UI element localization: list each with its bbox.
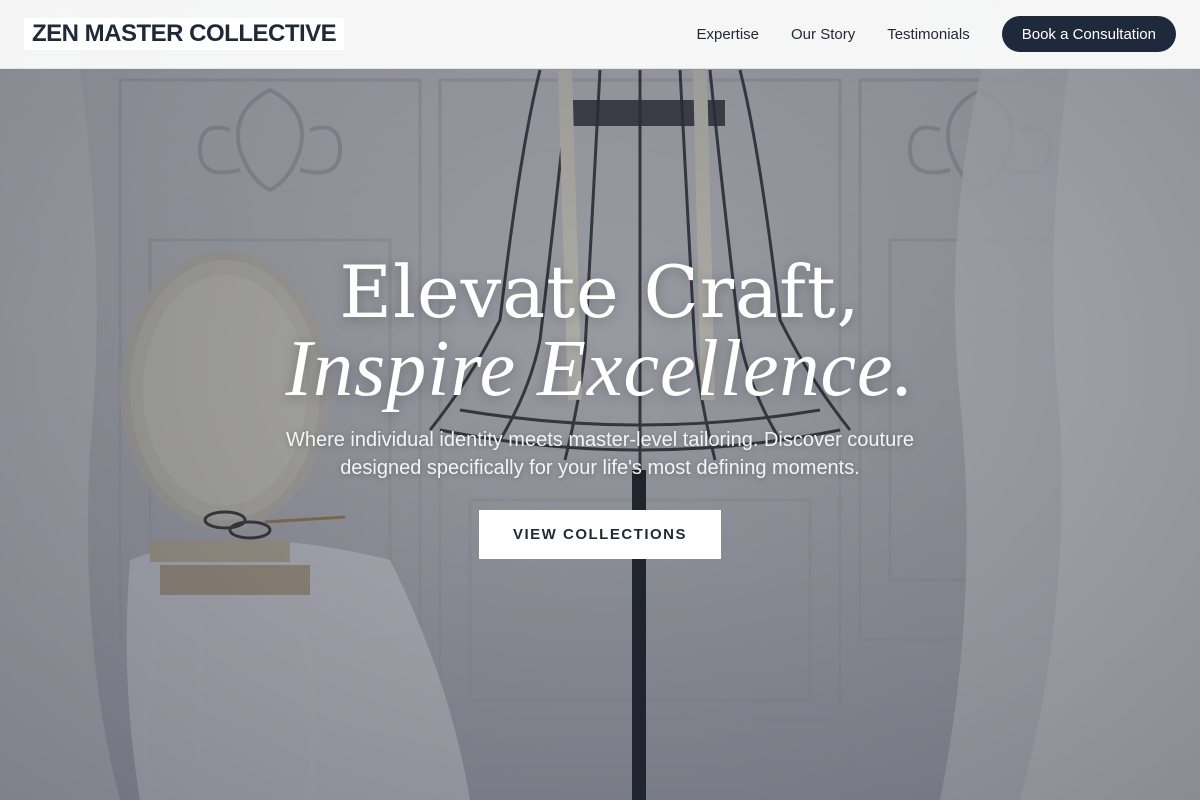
hero-section: Elevate Craft, Inspire Excellence. Where…	[0, 0, 1200, 800]
nav-link-expertise[interactable]: Expertise	[696, 26, 759, 43]
top-navigation: ZEN MASTER COLLECTIVE Expertise Our Stor…	[0, 0, 1200, 69]
view-collections-button[interactable]: VIEW COLLECTIONS	[479, 510, 721, 559]
hero-headline-line1: Elevate Craft,	[339, 250, 861, 334]
hero-headline-line2: Inspire Excellence.	[285, 325, 915, 413]
book-consultation-button[interactable]: Book a Consultation	[1001, 16, 1176, 52]
nav-link-our-story[interactable]: Our Story	[791, 26, 855, 43]
brand-logo[interactable]: ZEN MASTER COLLECTIVE	[24, 18, 345, 50]
hero-content: Elevate Craft, Inspire Excellence. Where…	[0, 250, 1200, 559]
hero-headline: Elevate Craft, Inspire Excellence.	[0, 250, 1200, 413]
nav-link-testimonials[interactable]: Testimonials	[887, 26, 970, 43]
hero-subtitle: Where individual identity meets master-l…	[285, 429, 915, 479]
nav-links: Expertise Our Story Testimonials Book a …	[696, 16, 1176, 52]
